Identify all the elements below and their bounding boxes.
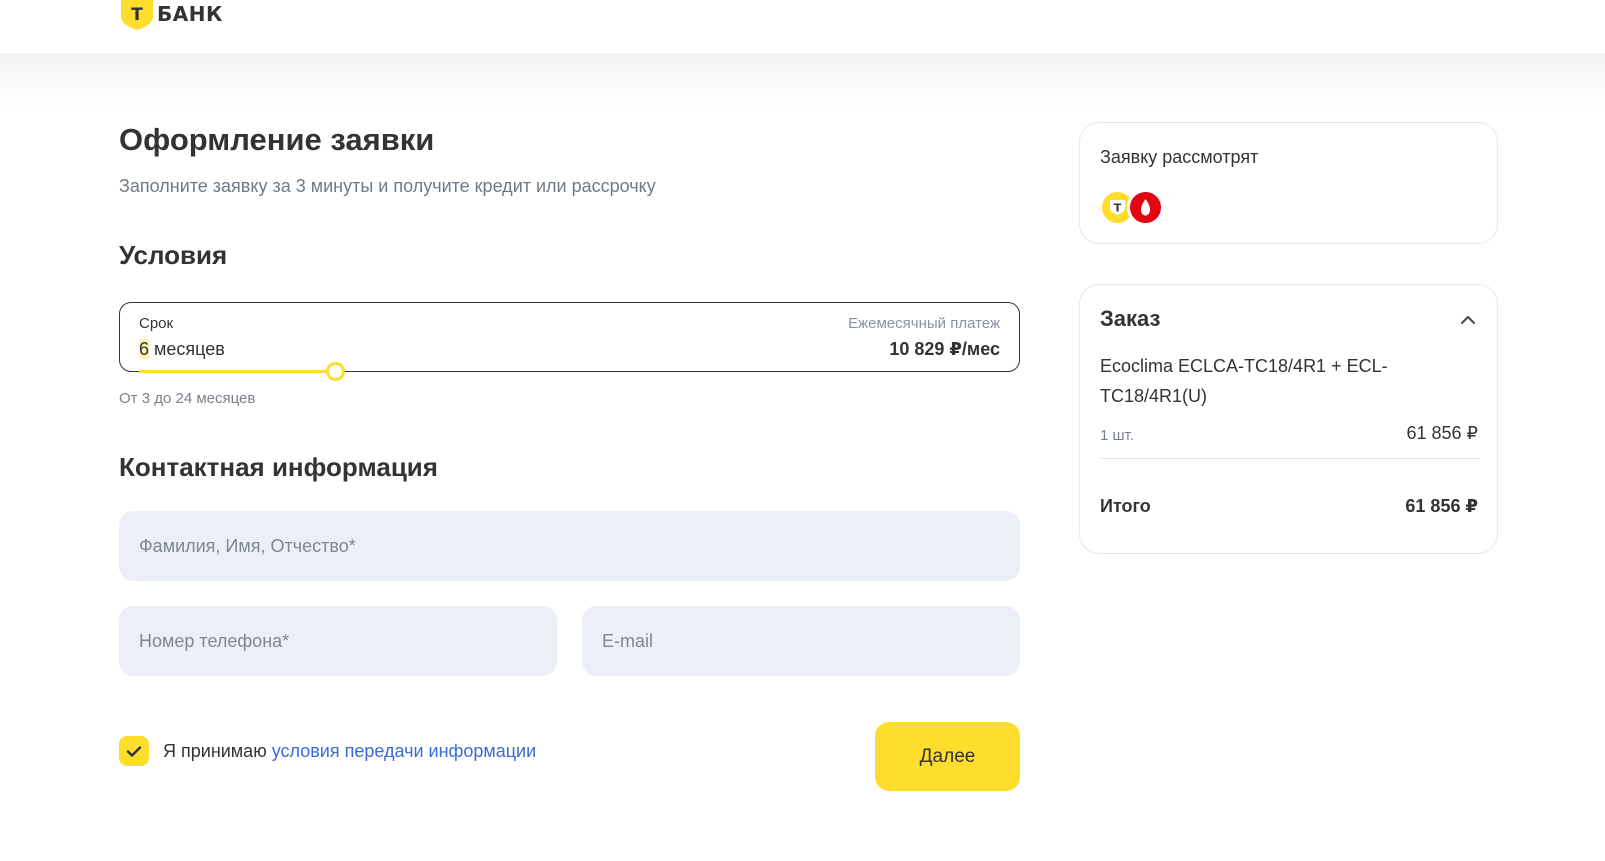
consent-checkbox[interactable] — [119, 736, 149, 766]
product-name: Ecoclima ECLCA-TC18/4R1 + ECL-TC18/4R1(U… — [1100, 356, 1388, 406]
monthly-payment-value: 10 829 ₽/мес — [889, 339, 1000, 359]
review-card-title: Заявку рассмотрят — [1100, 147, 1259, 167]
consent-label: Я принимаю — [163, 741, 272, 761]
next-button[interactable]: Далее — [875, 722, 1020, 791]
order-card-title: Заказ — [1100, 306, 1161, 331]
term-label: Срок — [139, 315, 174, 332]
page-subtitle: Заполните заявку за 3 минуты и получите … — [119, 176, 656, 196]
logo-text: БАНК — [157, 2, 223, 26]
phone-input[interactable] — [119, 606, 557, 676]
header-shadow — [0, 53, 1605, 108]
chevron-up-icon[interactable] — [1459, 311, 1477, 329]
tbank-icon-letter: Т — [1114, 202, 1122, 215]
mts-bank-icon — [1127, 189, 1164, 226]
term-number: 6 — [139, 339, 150, 359]
email-input[interactable] — [582, 606, 1020, 676]
product-price: 61 856 ₽ — [1406, 423, 1478, 443]
term-slider-fill — [139, 370, 335, 373]
product-quantity: 1 шт. — [1100, 427, 1134, 444]
term-hint: От 3 до 24 месяцев — [119, 390, 256, 407]
order-card: Заказ Ecoclima ECLCA-TC18/4R1 + ECL-TC18… — [1079, 284, 1498, 554]
logo-shield-icon: Т — [121, 0, 153, 30]
term-slider[interactable] — [139, 362, 999, 381]
term-selector[interactable]: Срок 6 месяцев Ежемесячный платеж 10 829… — [119, 302, 1020, 381]
total-label: Итого — [1100, 496, 1151, 516]
logo-letter: Т — [131, 5, 143, 25]
tbank-logo[interactable]: Т БАНК — [121, 0, 223, 30]
term-unit: месяцев — [149, 339, 225, 359]
fullname-input[interactable] — [119, 511, 1020, 581]
review-card: Заявку рассмотрят Т — [1079, 122, 1498, 244]
term-slider-handle[interactable] — [326, 362, 345, 381]
order-divider — [1100, 458, 1480, 459]
consent-terms-link[interactable]: условия передачи информации — [272, 741, 536, 761]
consent-text: Я принимаю условия передачи информации — [163, 741, 536, 762]
term-value[interactable]: 6 месяцев — [139, 339, 225, 360]
monthly-payment-label: Ежемесячный платеж — [848, 315, 1000, 332]
page-title: Оформление заявки — [119, 122, 435, 157]
contact-section-title: Контактная информация — [119, 452, 438, 482]
conditions-section-title: Условия — [119, 240, 228, 270]
checkmark-icon — [126, 745, 142, 757]
total-value: 61 856 ₽ — [1405, 496, 1478, 516]
header: Т БАНК — [0, 0, 1605, 53]
